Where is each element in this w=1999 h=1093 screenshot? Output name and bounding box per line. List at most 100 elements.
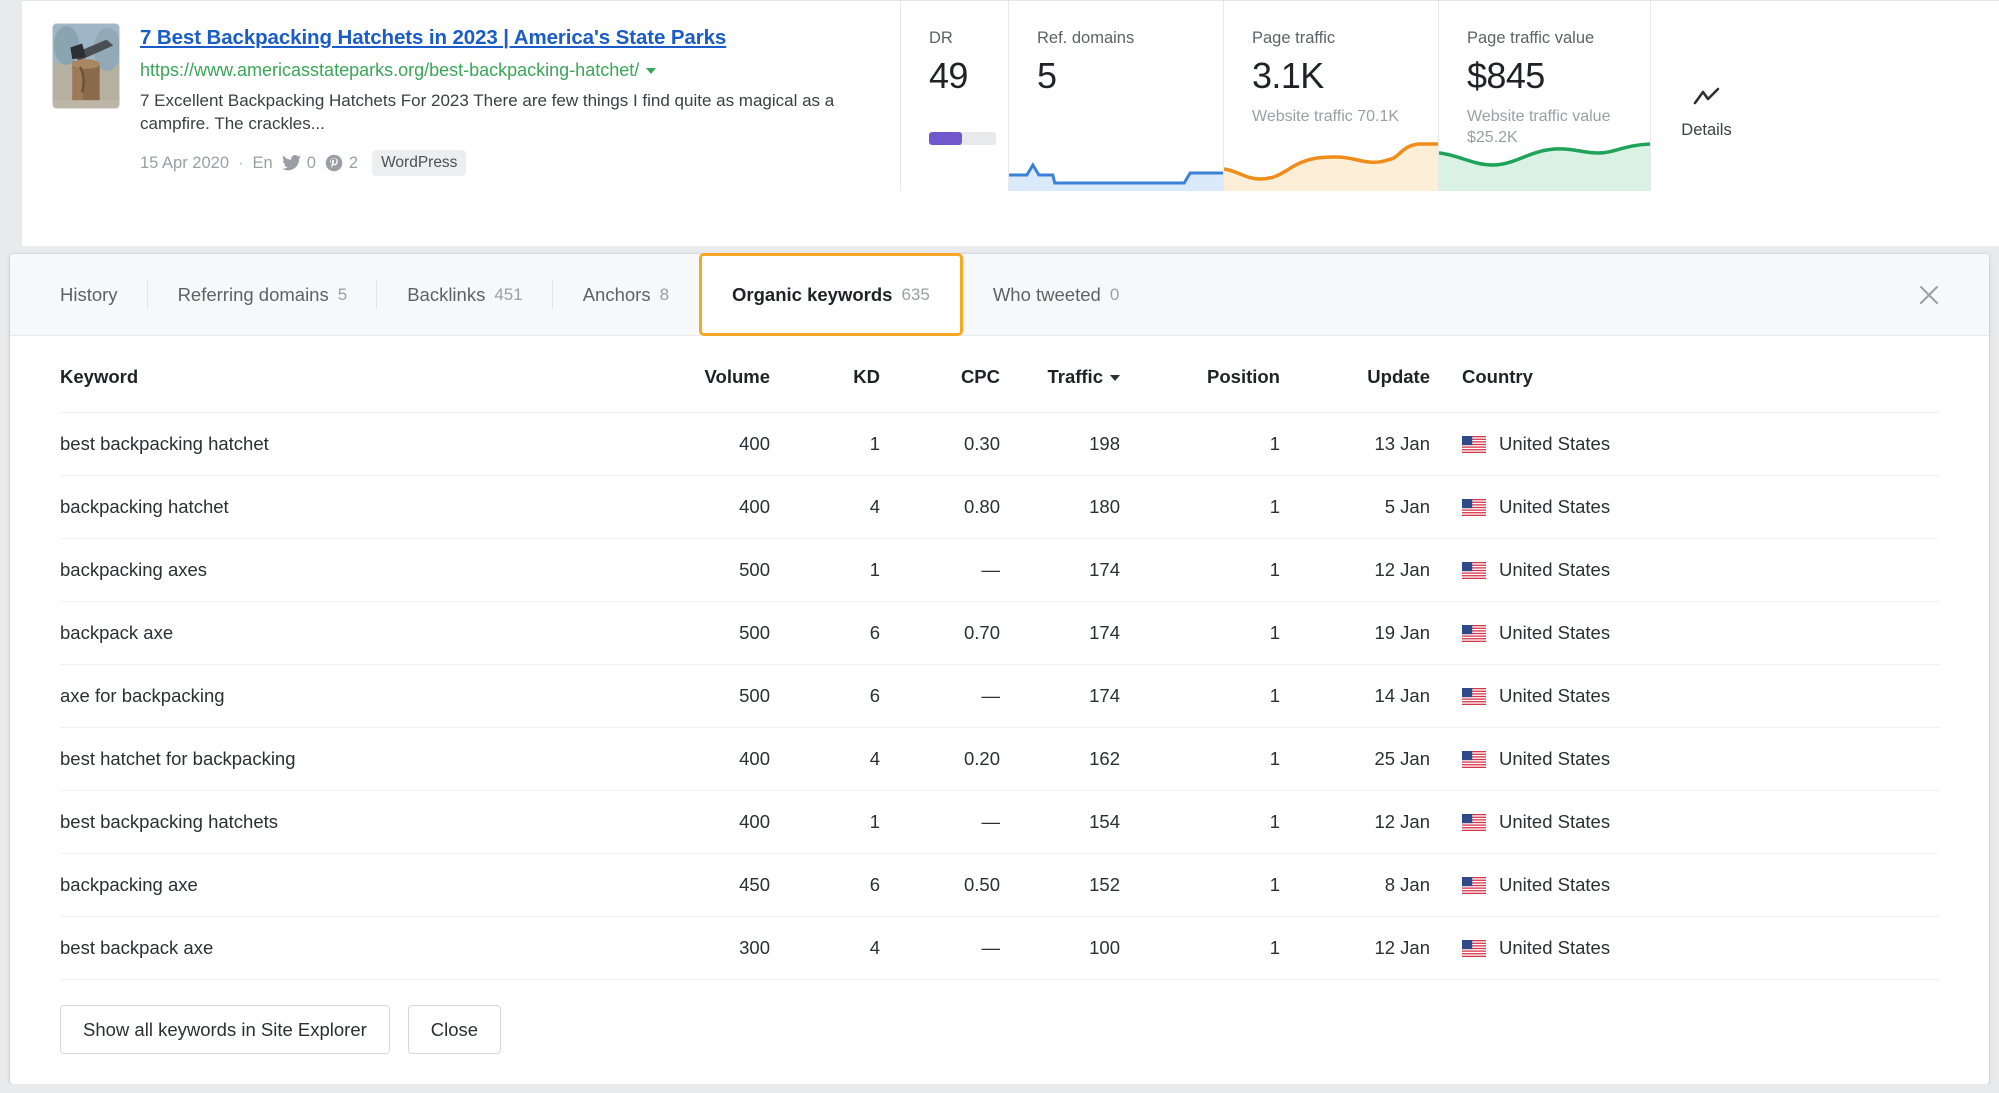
cell-keyword[interactable]: best backpacking hatchet (60, 412, 620, 476)
table-row[interactable]: best backpacking hatchets 400 1—154 1 12 Jan… (60, 790, 1939, 854)
tab-backlinks-label: Backlinks (407, 283, 486, 305)
cell-country: United States (1430, 412, 1939, 476)
col-header-keyword[interactable]: Keyword (60, 336, 620, 413)
cell-country: United States (1430, 601, 1939, 665)
cell-cpc: — (880, 790, 1000, 854)
tab-who-tweeted-count: 0 (1109, 284, 1120, 304)
cell-kd: 4 (770, 727, 880, 791)
cell-country: United States (1430, 538, 1939, 602)
chevron-down-icon[interactable] (646, 67, 657, 74)
table-row[interactable]: backpacking hatchet 400 4 0.80 180 1 5 Jan Uni… (60, 475, 1939, 539)
cell-traffic: 174 (1000, 601, 1120, 665)
cell-keyword[interactable]: axe for backpacking (60, 664, 620, 728)
axe-splitting-log-icon (53, 24, 119, 108)
cell-volume: 500 (620, 538, 770, 602)
table-row[interactable]: backpack axe 500 6 0.70 174 1 19 Jan United St… (60, 601, 1939, 665)
cell-keyword[interactable]: best backpacking hatchets (60, 790, 620, 854)
cell-volume: 400 (620, 727, 770, 791)
table-row[interactable]: best backpack axe 300 4—100 1 12 Jan United … (60, 916, 1939, 980)
result-snippet: 7 Excellent Backpacking Hatchets For 202… (140, 91, 835, 134)
col-header-update[interactable]: Update (1280, 336, 1430, 413)
table-row[interactable]: axe for backpacking 500 6—174 1 14 Jan Unite… (60, 664, 1939, 728)
cell-volume: 500 (620, 601, 770, 665)
cell-update: 8 Jan (1280, 853, 1430, 917)
cell-cpc: 0.20 (880, 727, 1000, 791)
metric-page-traffic-label: Page traffic (1252, 29, 1336, 47)
cell-kd: 6 (770, 853, 880, 917)
cell-position: 1 (1120, 664, 1280, 728)
cell-keyword[interactable]: backpacking axe (60, 853, 620, 917)
col-header-kd[interactable]: KD (770, 336, 880, 413)
cell-keyword[interactable]: best backpack axe (60, 916, 620, 980)
trend-line-icon (1693, 87, 1721, 112)
tab-who-tweeted[interactable]: Who tweeted 0 (963, 254, 1149, 335)
table-row[interactable]: best hatchet for backpacking 400 4 0.20 162 1… (60, 727, 1939, 791)
table-row[interactable]: backpacking axes 500 1—174 1 12 Jan United S… (60, 538, 1939, 602)
close-button[interactable]: Close (407, 1004, 502, 1054)
cell-country: United States (1430, 853, 1939, 917)
cell-traffic: 174 (1000, 538, 1120, 602)
cell-keyword[interactable]: backpacking hatchet (60, 475, 620, 539)
cell-cpc: — (880, 664, 1000, 728)
twitter-icon (281, 155, 301, 171)
metric-page-traffic-sub: Website traffic 70.1K (1252, 107, 1400, 125)
col-header-traffic[interactable]: Traffic (1000, 336, 1120, 413)
united-states-flag-icon (1462, 624, 1486, 642)
tab-referring-domains[interactable]: Referring domains 5 (148, 254, 378, 335)
cell-keyword[interactable]: backpacking axes (60, 538, 620, 602)
cell-cpc: 0.80 (880, 475, 1000, 539)
table-row[interactable]: backpacking axe 450 6 0.50 152 1 8 Jan United … (60, 853, 1939, 917)
cell-cpc: 0.30 (880, 412, 1000, 476)
table-header-row: Keyword Volume KD CPC Traffic Position U… (60, 336, 1939, 413)
cell-update: 13 Jan (1280, 412, 1430, 476)
tab-anchors[interactable]: Anchors 8 (553, 254, 699, 335)
table-row[interactable]: best backpacking hatchet 400 1 0.30 198 1 13 J… (60, 412, 1939, 476)
cell-country: United States (1430, 664, 1939, 728)
cell-traffic: 198 (1000, 412, 1120, 476)
pinterest-count: 2 (348, 153, 359, 172)
col-header-country[interactable]: Country (1430, 336, 1939, 413)
cell-update: 5 Jan (1280, 475, 1430, 539)
cell-volume: 400 (620, 412, 770, 476)
cell-kd: 1 (770, 538, 880, 602)
cell-cpc: 0.50 (880, 853, 1000, 917)
cell-update: 25 Jan (1280, 727, 1430, 791)
metric-dr-label: DR (929, 29, 953, 47)
panel-tabbar: History Referring domains 5 Backlinks 45… (10, 253, 1989, 336)
col-header-volume[interactable]: Volume (620, 336, 770, 413)
metric-dr: DR 49 (900, 1, 1008, 191)
tab-backlinks[interactable]: Backlinks 451 (377, 254, 553, 335)
united-states-flag-icon (1462, 498, 1486, 516)
organic-keywords-table: Keyword Volume KD CPC Traffic Position U… (60, 336, 1939, 983)
table-head: Keyword Volume KD CPC Traffic Position U… (60, 336, 1939, 413)
tab-organic-keywords[interactable]: Organic keywords 635 (699, 253, 963, 336)
country-name: United States (1499, 559, 1611, 580)
tab-backlinks-count: 451 (494, 284, 523, 304)
details-button[interactable]: Details (1650, 1, 1762, 191)
result-title-link[interactable]: 7 Best Backpacking Hatchets in 2023 | Am… (140, 26, 726, 49)
country-name: United States (1499, 937, 1611, 958)
cell-traffic: 100 (1000, 916, 1120, 980)
result-url-row: https://www.americasstateparks.org/best-… (140, 59, 882, 82)
show-all-keywords-button[interactable]: Show all keywords in Site Explorer (60, 1004, 390, 1054)
tab-history[interactable]: History (10, 254, 148, 335)
metrics-bar: DR 49 Ref. domains 5 Page traffic 3.1K W… (900, 1, 1999, 191)
col-header-cpc[interactable]: CPC (880, 336, 1000, 413)
cell-position: 1 (1120, 601, 1280, 665)
cell-keyword[interactable]: backpack axe (60, 601, 620, 665)
metric-ref-domains-value: 5 (1037, 54, 1057, 96)
cell-keyword[interactable]: best hatchet for backpacking (60, 727, 620, 791)
cell-kd: 4 (770, 475, 880, 539)
twitter-share-stat: 0 (281, 153, 316, 173)
cell-traffic: 180 (1000, 475, 1120, 539)
tab-organic-keywords-count: 635 (901, 284, 930, 304)
page-traffic-value-sparkline (1439, 131, 1650, 191)
cell-update: 19 Jan (1280, 601, 1430, 665)
twitter-count: 0 (306, 153, 316, 172)
tab-referring-domains-label: Referring domains (177, 283, 329, 305)
result-url[interactable]: https://www.americasstateparks.org/best-… (140, 59, 639, 82)
panel-close-button[interactable] (1869, 254, 1989, 335)
col-header-position[interactable]: Position (1120, 336, 1280, 413)
table-body: best backpacking hatchet 400 1 0.30 198 1 13 J… (60, 412, 1939, 983)
tab-anchors-count: 8 (659, 284, 670, 304)
